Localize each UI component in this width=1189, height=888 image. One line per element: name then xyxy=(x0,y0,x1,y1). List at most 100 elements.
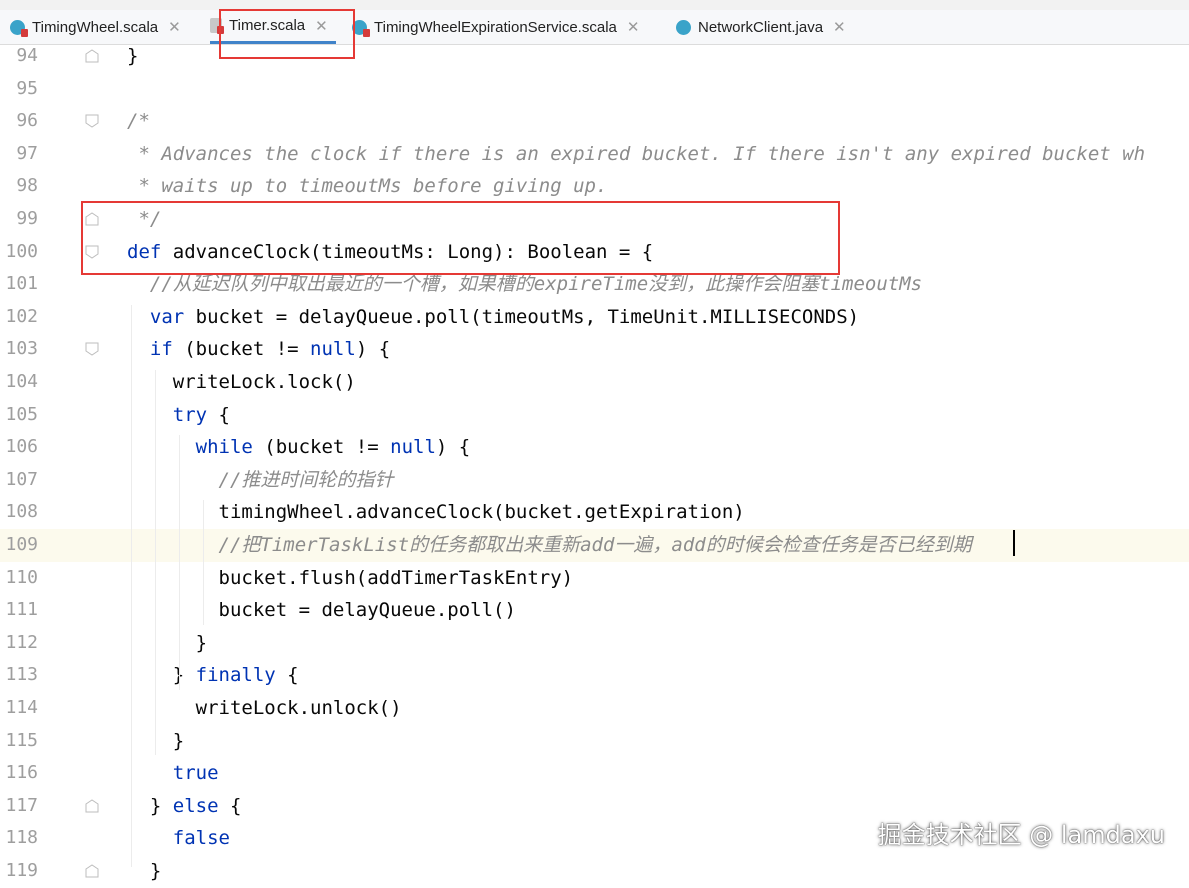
line-number: 96 xyxy=(16,110,38,132)
line-number: 112 xyxy=(5,631,38,653)
code-comment: //推进时间轮的指针 xyxy=(127,468,394,491)
line-number: 105 xyxy=(5,403,38,425)
line-number: 110 xyxy=(5,566,38,588)
line-number: 115 xyxy=(5,729,38,751)
tab-label: TimingWheelExpirationService.scala xyxy=(374,18,617,36)
code-token: ) { xyxy=(355,338,391,361)
tab-networkclient-java[interactable]: NetworkClient.java ✕ xyxy=(676,10,846,44)
line-number: 100 xyxy=(5,240,38,262)
code-keyword: null xyxy=(390,436,436,459)
fold-marker-icon[interactable] xyxy=(85,49,99,63)
line-number: 116 xyxy=(5,762,38,784)
code-comment: //从延迟队列中取出最近的一个槽，如果槽的expireTime没到，此操作会阻塞… xyxy=(127,273,923,296)
code-text: false xyxy=(127,822,230,854)
code-text: } xyxy=(127,855,161,887)
line-number: 98 xyxy=(16,175,38,197)
line-number: 117 xyxy=(5,794,38,816)
fold-marker-icon[interactable] xyxy=(85,799,99,813)
code-text: /* xyxy=(127,105,150,137)
code-text: } finally { xyxy=(127,659,299,691)
highlight-box-tab xyxy=(219,9,355,59)
code-line[interactable]: 115 } xyxy=(0,725,1189,758)
line-number: 97 xyxy=(16,142,38,164)
line-number: 101 xyxy=(5,273,38,295)
code-token: (bucket != xyxy=(264,436,391,459)
line-number: 103 xyxy=(5,338,38,360)
text-caret xyxy=(1013,530,1015,556)
line-number: 111 xyxy=(5,599,38,621)
code-comment: * waits up to timeoutMs before giving up… xyxy=(127,175,608,198)
code-token: { xyxy=(218,403,230,426)
line-number: 94 xyxy=(16,45,38,66)
tab-timingwheelexpirationservice-scala[interactable]: TimingWheelExpirationService.scala ✕ xyxy=(352,10,639,44)
code-line[interactable]: 116 true xyxy=(0,757,1189,790)
highlight-box-method xyxy=(81,201,840,275)
code-keyword: else xyxy=(172,794,230,817)
code-line[interactable]: 105 try { xyxy=(0,399,1189,432)
fold-marker-icon[interactable] xyxy=(85,114,99,128)
line-number: 102 xyxy=(5,305,38,327)
line-number: 95 xyxy=(16,77,38,99)
code-line[interactable]: 103 if (bucket != null) { xyxy=(0,333,1189,366)
code-line[interactable]: 104 writeLock.lock() xyxy=(0,366,1189,399)
indent-guide xyxy=(131,305,132,867)
code-token: writeLock.unlock() xyxy=(127,697,402,719)
code-token: ) { xyxy=(435,436,471,459)
code-line[interactable]: 94} xyxy=(0,40,1189,73)
code-token: } xyxy=(127,664,196,687)
line-number: 107 xyxy=(5,468,38,490)
code-token: bucket = delayQueue.poll() xyxy=(127,599,516,622)
code-text: true xyxy=(127,757,219,789)
code-keyword: finally xyxy=(195,664,288,687)
close-icon[interactable]: ✕ xyxy=(168,18,181,36)
code-keyword: try xyxy=(127,403,219,426)
code-text: } xyxy=(127,40,138,72)
code-line[interactable]: 95 xyxy=(0,73,1189,106)
code-line[interactable]: 98 * waits up to timeoutMs before giving… xyxy=(0,170,1189,203)
indent-guide xyxy=(179,435,180,690)
code-text: timingWheel.advanceClock(bucket.getExpir… xyxy=(127,496,745,528)
code-text: bucket.flush(addTimerTaskEntry) xyxy=(127,562,574,594)
code-token: { xyxy=(287,664,299,687)
watermark: 掘金技术社区 @ lamdaxu xyxy=(877,821,1165,849)
close-icon[interactable]: ✕ xyxy=(627,18,640,36)
code-keyword: false xyxy=(127,827,230,850)
line-number: 106 xyxy=(5,436,38,458)
line-number: 109 xyxy=(5,534,38,555)
code-line[interactable]: 114 writeLock.unlock() xyxy=(0,692,1189,725)
close-icon[interactable]: ✕ xyxy=(833,18,846,36)
code-token: writeLock.lock() xyxy=(127,371,356,393)
code-line[interactable]: 97 * Advances the clock if there is an e… xyxy=(0,138,1189,171)
code-text: * Advances the clock if there is an expi… xyxy=(127,138,1145,170)
code-token: } xyxy=(127,794,173,817)
code-keyword: null xyxy=(310,338,356,361)
code-keyword: while xyxy=(127,436,265,459)
code-comment: /* xyxy=(127,110,150,133)
code-text: } xyxy=(127,627,207,659)
code-token: bucket.flush(addTimerTaskEntry) xyxy=(127,566,574,589)
code-token: bucket = delayQueue.poll(timeoutMs, Time… xyxy=(195,305,860,328)
tab-label: NetworkClient.java xyxy=(698,18,824,36)
code-token: timingWheel.advanceClock(bucket.getExpir… xyxy=(127,501,745,524)
code-line[interactable]: 96 /* xyxy=(0,105,1189,138)
code-text: var bucket = delayQueue.poll(timeoutMs, … xyxy=(127,301,859,333)
code-text: if (bucket != null) { xyxy=(127,333,390,365)
code-token: { xyxy=(229,794,242,817)
code-line[interactable]: 119 } xyxy=(0,855,1189,888)
code-token: (bucket != xyxy=(184,338,311,361)
tab-timingwheel-scala[interactable]: TimingWheel.scala ✕ xyxy=(10,10,181,44)
fold-marker-icon[interactable] xyxy=(85,864,99,878)
scala-class-icon xyxy=(10,19,28,37)
code-line[interactable]: 102 var bucket = delayQueue.poll(timeout… xyxy=(0,301,1189,334)
code-text: writeLock.unlock() xyxy=(127,692,402,724)
code-token: } xyxy=(127,45,139,67)
code-text: * waits up to timeoutMs before giving up… xyxy=(127,170,607,202)
code-text: writeLock.lock() xyxy=(127,366,356,398)
fold-marker-icon[interactable] xyxy=(85,342,99,356)
code-comment: * Advances the clock if there is an expi… xyxy=(127,142,1146,165)
tab-label: TimingWheel.scala xyxy=(32,18,159,36)
code-keyword: true xyxy=(127,762,219,785)
line-number: 99 xyxy=(16,208,38,229)
code-text: //推进时间轮的指针 xyxy=(127,464,394,496)
line-number: 118 xyxy=(5,827,38,849)
